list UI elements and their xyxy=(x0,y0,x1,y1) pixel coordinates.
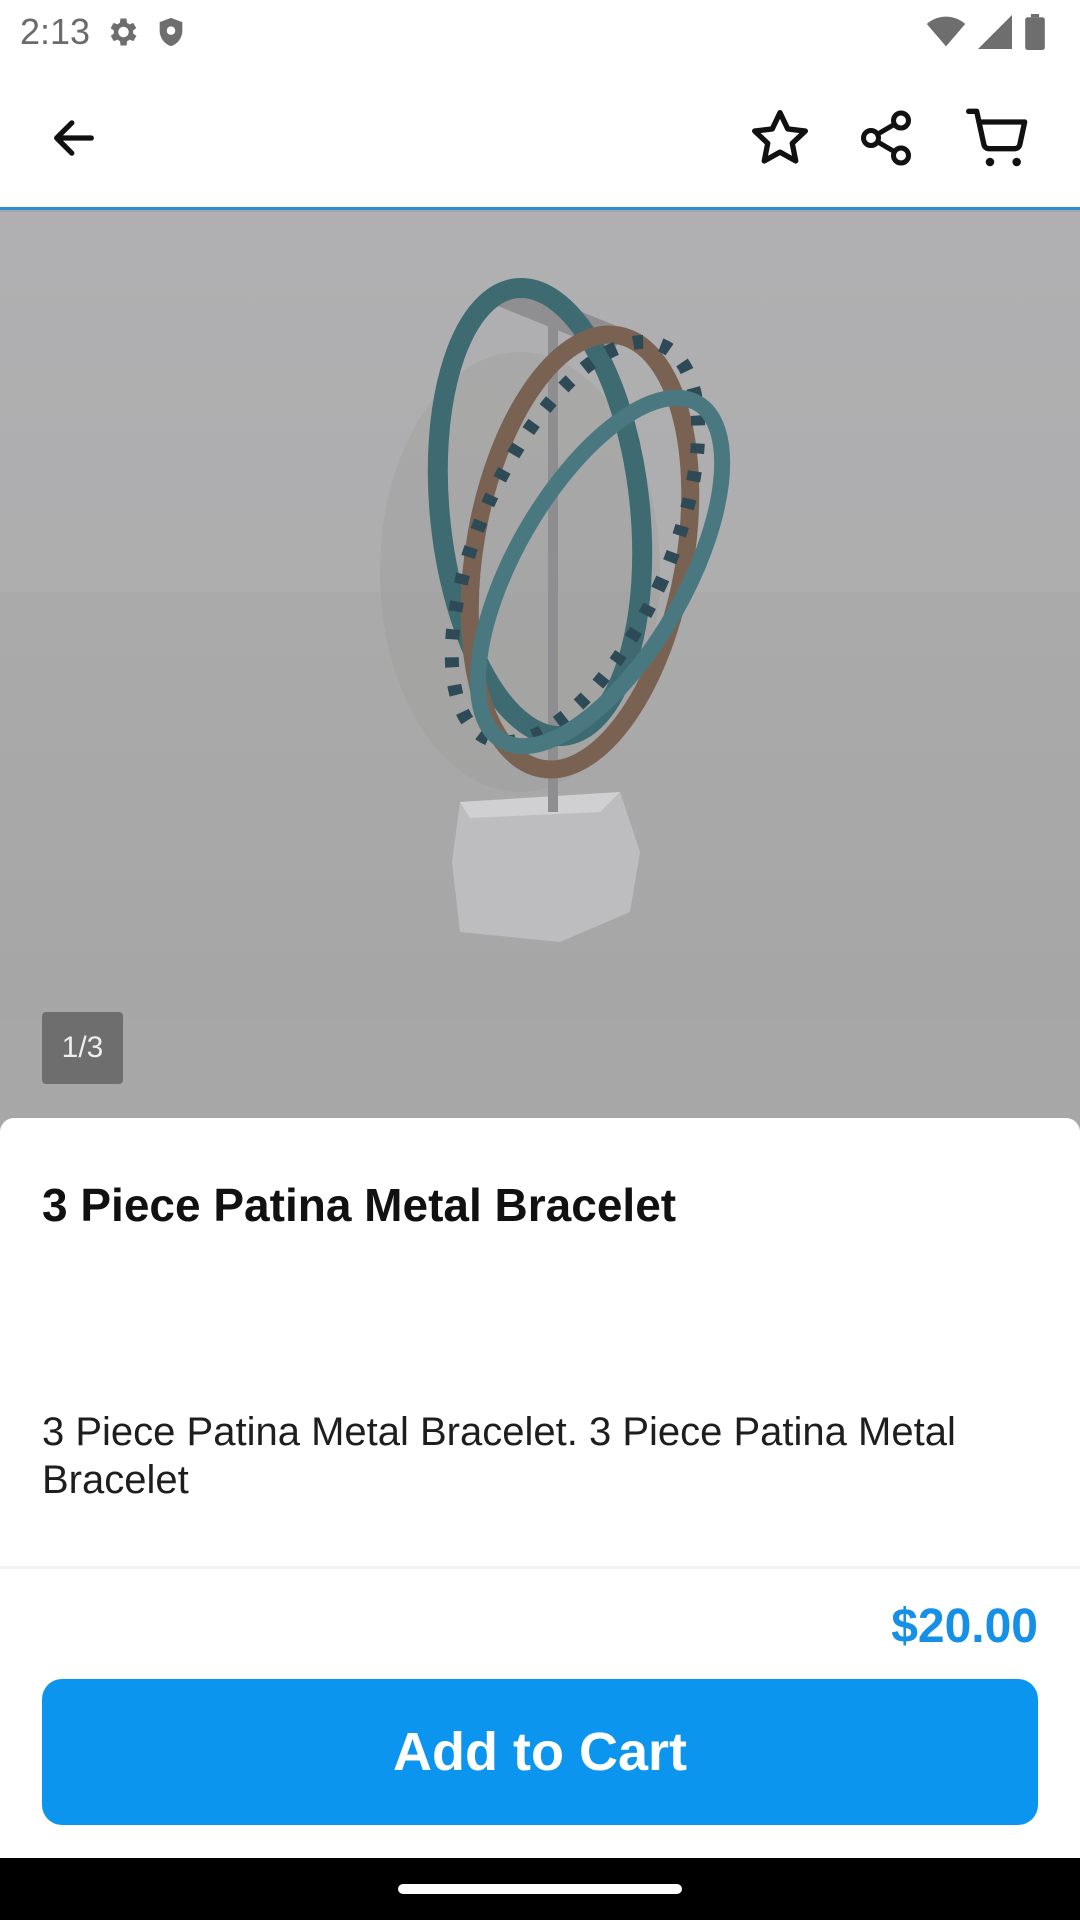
share-icon xyxy=(861,110,911,166)
image-page-indicator: 1/3 xyxy=(42,1012,123,1084)
shield-icon xyxy=(154,14,188,50)
app-bar xyxy=(0,64,1080,210)
battery-icon xyxy=(1024,14,1046,50)
gear-icon xyxy=(104,14,140,50)
favorite-button[interactable] xyxy=(744,102,816,174)
status-time: 2:13 xyxy=(20,11,91,52)
purchase-bar: $20.00 Add to Cart xyxy=(0,1566,1080,1858)
cart-icon xyxy=(966,108,1028,167)
bracelet-image xyxy=(380,277,731,942)
product-image-gallery[interactable]: 1/3 xyxy=(0,212,1080,1122)
home-indicator[interactable] xyxy=(398,1884,682,1894)
share-button[interactable] xyxy=(850,102,922,174)
product-price: $20.00 xyxy=(891,1600,1038,1653)
star-icon xyxy=(752,110,808,164)
system-navigation-bar xyxy=(0,1858,1080,1920)
wifi-icon xyxy=(926,16,966,48)
cart-button[interactable] xyxy=(962,102,1034,174)
signal-icon xyxy=(978,15,1012,49)
status-bar: 2:13 xyxy=(0,0,1080,64)
back-button[interactable] xyxy=(38,102,110,174)
product-detail-screen: 2:13 1/3 3 Piece Patina Metal Bracelet 3… xyxy=(0,0,1080,1920)
back-arrow-icon xyxy=(54,120,94,156)
product-info-sheet: 3 Piece Patina Metal Bracelet 3 Piece Pa… xyxy=(0,1118,1080,1568)
add-to-cart-button[interactable]: Add to Cart xyxy=(42,1679,1038,1825)
product-photo xyxy=(0,212,1080,1022)
product-description: 3 Piece Patina Metal Bracelet. 3 Piece P… xyxy=(42,1410,956,1502)
product-title: 3 Piece Patina Metal Bracelet xyxy=(42,1179,677,1231)
